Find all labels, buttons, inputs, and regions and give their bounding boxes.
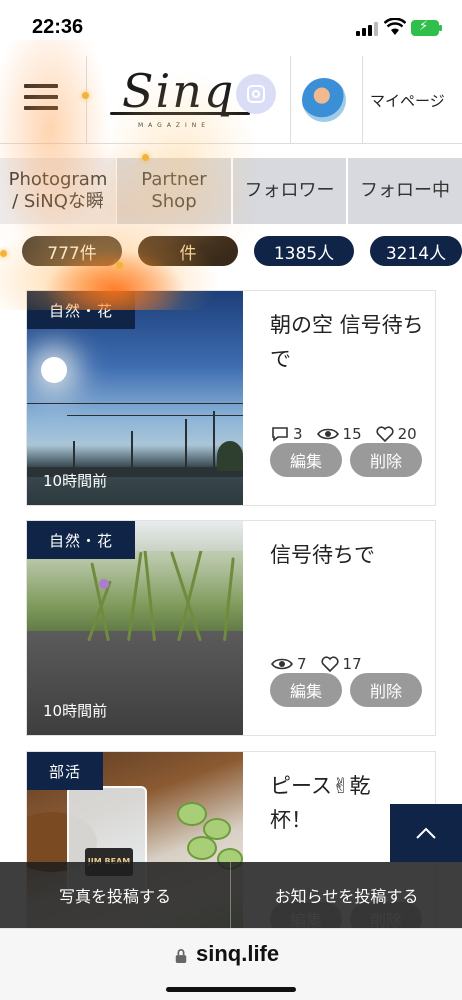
post-time-ago: 10時間前 bbox=[43, 702, 108, 720]
like-count: 17 bbox=[342, 655, 362, 673]
like-count: 20 bbox=[397, 425, 417, 443]
delete-button[interactable]: 削除 bbox=[350, 443, 422, 477]
post-time-ago: 10時間前 bbox=[43, 472, 108, 490]
views-icon bbox=[316, 428, 339, 440]
site-header: Sinq MAGAZINE マイページ bbox=[0, 56, 462, 144]
scroll-to-top-button[interactable] bbox=[390, 804, 462, 862]
chevron-up-icon bbox=[416, 827, 436, 839]
hamburger-menu-icon[interactable] bbox=[24, 84, 58, 112]
browser-url-bar[interactable]: sinq.life bbox=[0, 928, 462, 1000]
tab-following[interactable]: フォロー中 bbox=[348, 158, 462, 224]
lock-icon bbox=[175, 949, 187, 963]
comment-icon bbox=[272, 427, 288, 442]
battery-charging-icon: ⚡ bbox=[411, 19, 442, 36]
comment-count: 3 bbox=[293, 425, 303, 443]
count-badge-photogram: 777件 bbox=[22, 236, 122, 266]
post-title[interactable]: 信号待ちで bbox=[270, 539, 430, 573]
heart-icon bbox=[321, 656, 339, 672]
delete-button[interactable]: 削除 bbox=[350, 673, 422, 707]
view-count: 15 bbox=[342, 425, 362, 443]
status-bar: 22:36 ⚡ bbox=[0, 0, 462, 56]
logo-subtitle: MAGAZINE bbox=[138, 122, 211, 129]
instagram-icon[interactable] bbox=[236, 74, 276, 114]
view-count: 7 bbox=[297, 655, 307, 673]
post-card[interactable]: 自然・花 10時間前 朝の空 信号待ちで 3 15 20 編集 削除 bbox=[26, 290, 436, 506]
tab-followers[interactable]: フォロワー bbox=[233, 158, 346, 224]
avatar[interactable] bbox=[302, 78, 346, 122]
post-stats: 3 15 20 bbox=[271, 425, 417, 443]
views-icon bbox=[271, 658, 293, 670]
count-badge-followers: 1385人 bbox=[254, 236, 354, 266]
edit-button[interactable]: 編集 bbox=[270, 673, 342, 707]
post-card[interactable]: 自然・花 10時間前 信号待ちで 7 17 編集 削除 bbox=[26, 520, 436, 736]
post-action-bar: 写真を投稿する お知らせを投稿する bbox=[0, 862, 462, 928]
cellular-signal-icon bbox=[356, 22, 378, 36]
count-badge-partner-shop: 件 bbox=[138, 236, 238, 266]
post-notice-button[interactable]: お知らせを投稿する bbox=[231, 862, 462, 928]
tab-photogram[interactable]: Photogram / SiNQな瞬 bbox=[0, 158, 116, 224]
heart-icon bbox=[376, 426, 394, 442]
edit-button[interactable]: 編集 bbox=[270, 443, 342, 477]
count-badge-following: 3214人 bbox=[370, 236, 462, 266]
post-photo-button[interactable]: 写真を投稿する bbox=[0, 862, 230, 928]
post-stats: 7 17 bbox=[271, 655, 362, 673]
home-indicator bbox=[166, 987, 296, 992]
post-title[interactable]: ピース✌乾杯！ bbox=[270, 770, 410, 837]
category-badge: 自然・花 bbox=[27, 521, 136, 559]
mypage-link[interactable]: マイページ bbox=[370, 90, 445, 111]
post-title[interactable]: 朝の空 信号待ちで bbox=[270, 309, 430, 376]
category-badge: 自然・花 bbox=[27, 291, 136, 329]
logo-text: Sinq bbox=[122, 64, 236, 118]
tab-partner-shop[interactable]: Partner Shop bbox=[117, 158, 231, 224]
category-badge: 部活 bbox=[27, 752, 104, 790]
url-text[interactable]: sinq.life bbox=[196, 941, 279, 967]
status-time: 22:36 bbox=[32, 16, 84, 38]
profile-tabs: Photogram / SiNQな瞬 Partner Shop フォロワー フォロー… bbox=[0, 158, 462, 224]
wifi-icon bbox=[384, 18, 406, 35]
